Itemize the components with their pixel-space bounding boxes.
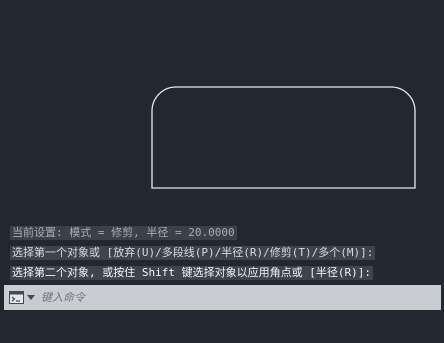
command-input[interactable] — [39, 285, 441, 310]
command-history-button[interactable] — [4, 285, 39, 310]
command-prompt-icon — [9, 291, 24, 304]
history-line-select-first-object: 选择第一个对象或 [放弃(U)/多段线(P)/半径(R)/修剪(T)/多个(M)… — [10, 246, 376, 260]
history-line-current-settings: 当前设置: 模式 = 修剪, 半径 = 20.0000 — [10, 226, 237, 240]
history-line-select-second-object: 选择第二个对象, 或按住 Shift 键选择对象以应用角点或 [半径(R)]: — [10, 266, 373, 280]
filleted-rectangle[interactable] — [151, 86, 416, 189]
chevron-down-icon[interactable] — [27, 295, 35, 300]
command-line — [4, 285, 441, 310]
